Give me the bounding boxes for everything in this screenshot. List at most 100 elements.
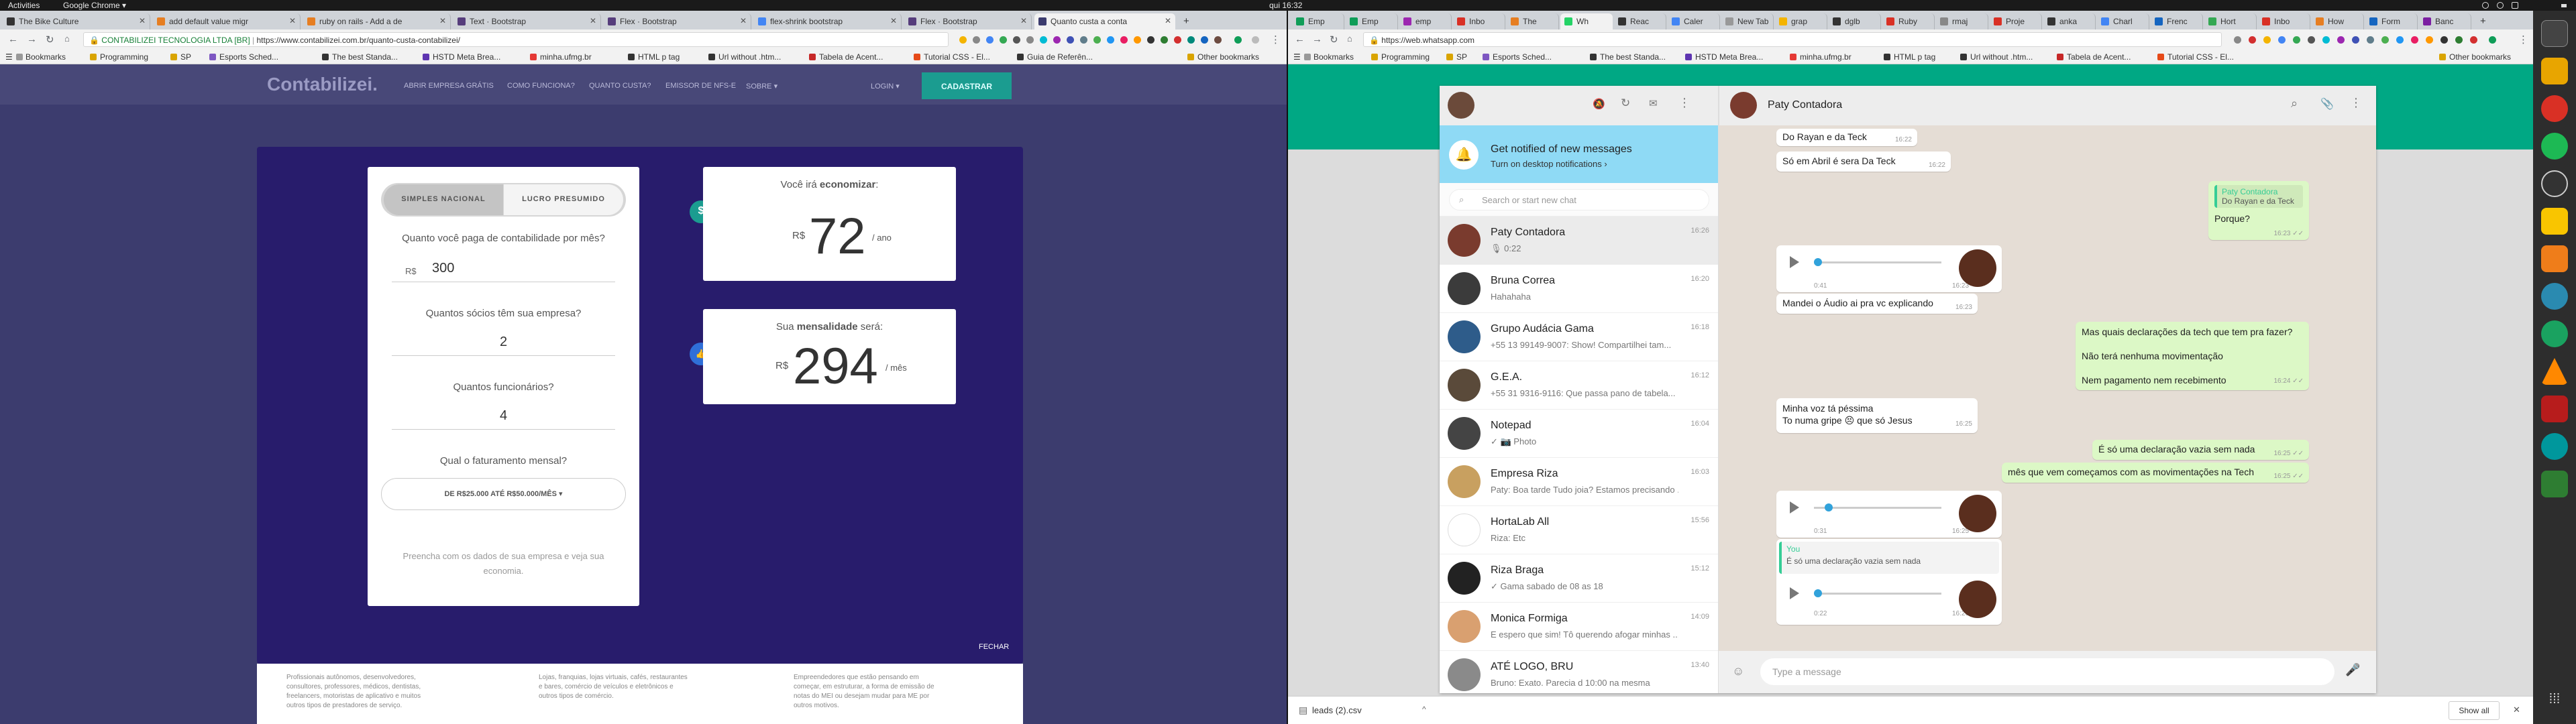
notify-link[interactable]: Turn on desktop notifications › [1491,159,1607,169]
extension-icon[interactable] [2440,36,2448,44]
browser-tab[interactable]: Proje [1990,13,2042,29]
browser-tab[interactable]: Ruby [1882,13,1935,29]
message-incoming[interactable]: Só em Abril é sera Da Teck 16:22 [1776,152,1951,172]
browser-tab[interactable]: How [2312,13,2364,29]
package-icon[interactable] [2541,245,2568,272]
browser-tab[interactable]: Emp [1346,13,1398,29]
extension-icon[interactable] [1161,36,1168,44]
extension-icon[interactable] [1000,36,1007,44]
home-icon[interactable]: ⌂ [1347,34,1352,44]
bookmark-item[interactable]: minha.ufmg.br [1790,52,1851,62]
address-bar[interactable]: 🔒 https://web.whatsapp.com [1363,32,2222,47]
browser-tab[interactable]: Emp [1292,13,1344,29]
audio-track[interactable] [1814,507,1941,509]
extension-icon[interactable] [2489,36,2496,44]
extension-icon[interactable] [1080,36,1087,44]
extension-icon[interactable] [1201,36,1208,44]
extension-icon[interactable] [986,36,994,44]
browser-tab[interactable]: Inbo [2258,13,2310,29]
chat-item[interactable]: HortaLab All Riza: Etc 15:56 [1440,506,1718,554]
attach-icon[interactable]: 📎 [2320,97,2334,111]
extension-icon[interactable] [1040,36,1047,44]
status-icon[interactable]: ↻ [1621,97,1630,110]
chat-item[interactable]: Riza Braga ✓ Gama sabado de 08 as 18 15:12 [1440,554,1718,603]
bookmark-item[interactable]: Tutorial CSS - El... [2157,52,2234,62]
audio-scrubber[interactable] [1825,503,1833,511]
tab-migration[interactable]: add default value migr ✕ [153,13,301,29]
new-chat-icon[interactable]: ✉ [1649,97,1658,109]
extension-icon[interactable] [2278,36,2286,44]
spreadsheet-icon[interactable] [2541,471,2568,497]
extension-icon[interactable] [2234,36,2241,44]
close-icon[interactable]: ✕ [1165,16,1171,25]
chat-item[interactable]: Bruna Correa Hahahaha 16:20 [1440,265,1718,313]
bookmark-item[interactable]: Bookmarks [1304,52,1354,62]
close-icon[interactable]: ✕ [439,16,446,25]
close-icon[interactable]: ✕ [2513,705,2520,715]
bookmark-item[interactable]: Guia de Referên... [1017,52,1093,62]
sublime-icon[interactable] [2541,58,2568,84]
tab-bike-culture[interactable]: The Bike Culture ✕ [3,13,150,29]
browser-tab[interactable]: Charl [2097,13,2149,29]
play-icon[interactable] [1790,501,1799,514]
menu-icon[interactable]: ⋮ [1271,34,1281,46]
reload-icon[interactable]: ↻ [46,34,54,46]
bookmark-item[interactable]: Other bookmarks [2439,52,2511,62]
extension-icon[interactable] [2322,36,2330,44]
bookmark-item[interactable]: HSTD Meta Brea... [1685,52,1763,62]
signup-button[interactable]: CADASTRAR [922,72,1012,99]
extension-icon[interactable] [2352,36,2359,44]
bookmark-item[interactable]: Other bookmarks [1187,52,1259,62]
notification-banner[interactable]: 🔔 Get notified of new messages Turn on d… [1440,125,1718,183]
bookmark-item[interactable]: Url without .htm... [708,52,781,62]
browser-tab[interactable]: The [1507,13,1559,29]
conversation-header[interactable]: Paty Contadora ⌕ 📎 ⋮ [1719,86,2376,125]
power-menu-icon[interactable] [2561,4,2567,7]
menu-icon[interactable]: ⋮ [2518,34,2528,46]
clock[interactable]: qui 16:32 [1269,1,1302,10]
profile-icon[interactable] [1252,36,1259,44]
close-icon[interactable]: ✕ [740,16,747,25]
close-icon[interactable]: ✕ [289,16,296,25]
nav-about[interactable]: SOBRE ▾ [746,82,777,90]
message-outgoing[interactable]: mês que vem começamos com as movimentaçõ… [2002,463,2309,483]
chrome-icon[interactable] [2541,95,2568,122]
quoted-message[interactable]: You É só uma declaração vazia sem nada [1779,542,1999,574]
partners-input[interactable]: 2 [392,329,615,356]
browser-tab[interactable]: anka [2043,13,2096,29]
close-icon[interactable]: ✕ [890,16,897,25]
extension-icon[interactable] [1026,36,1034,44]
extension-icon[interactable] [2381,36,2389,44]
notifications-off-icon[interactable]: 🔕 [1593,98,1605,110]
bookmark-item[interactable]: HTML p tag [1884,52,1935,62]
close-icon[interactable]: ✕ [139,16,146,25]
bookmark-item[interactable]: HSTD Meta Brea... [423,52,500,62]
browser-tab[interactable]: Form [2365,13,2418,29]
extension-icon[interactable] [1187,36,1195,44]
reload-icon[interactable]: ↻ [1330,34,1338,46]
nav-nfse[interactable]: EMISSOR DE NFS-E [665,82,736,90]
vlc-icon[interactable] [2541,358,2568,385]
network-icon[interactable] [2482,2,2489,9]
tab-flex-bootstrap[interactable]: Flex · Bootstrap ✕ [604,13,751,29]
back-icon[interactable]: ← [8,34,18,45]
extension-icon[interactable] [1053,36,1061,44]
browser-tab[interactable]: Caler [1668,13,1720,29]
browser-tab[interactable]: Frenc [2151,13,2203,29]
chat-item[interactable]: Grupo Audácia Gama +55 13 99149-9007: Sho… [1440,313,1718,361]
bookmark-item[interactable]: Programming [1371,52,1430,62]
volume-icon[interactable] [2497,2,2504,9]
message-incoming[interactable]: Mandei o Áudio ai pra vc explicando 16:23 [1776,294,1978,314]
extension-icon[interactable] [2293,36,2300,44]
microphone-icon[interactable]: 🎤 [2345,663,2360,677]
chat-item[interactable]: Monica Formiga E espero que sim! Tô quere… [1440,603,1718,651]
extension-icon[interactable] [959,36,967,44]
message-outgoing[interactable]: Paty Contadora Do Rayan e da Teck Porque?… [2208,181,2309,240]
extension-icon[interactable] [2411,36,2418,44]
extension-icon[interactable] [2337,36,2345,44]
nav-open-company[interactable]: ABRIR EMPRESA GRÁTIS [404,82,494,90]
bookmark-item[interactable]: SP [1446,52,1467,62]
search-icon[interactable]: ⌕ [2291,97,2298,111]
activities-button[interactable]: Activities [8,1,40,10]
bookmark-item[interactable]: minha.ufmg.br [530,52,592,62]
